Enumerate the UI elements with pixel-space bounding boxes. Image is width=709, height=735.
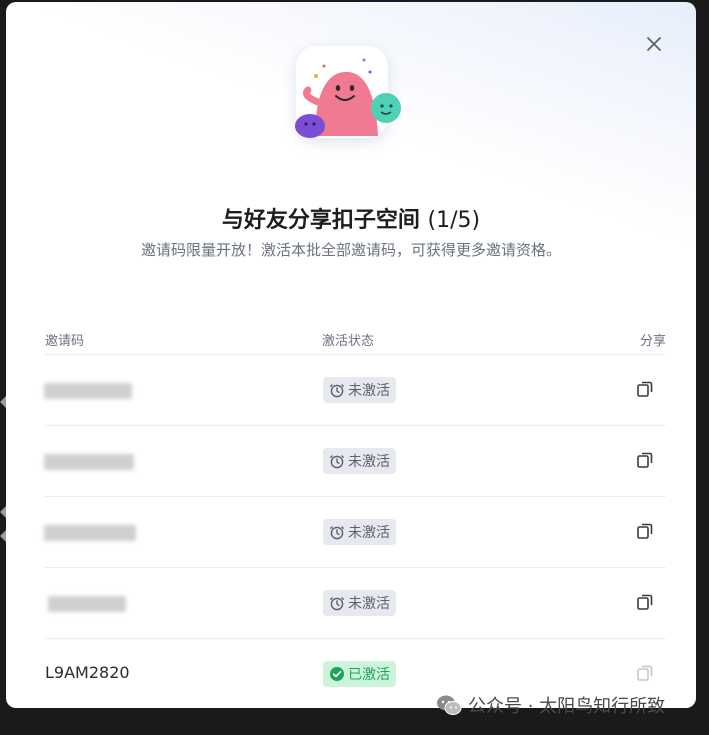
status-text: 未激活: [348, 383, 390, 399]
dialog-subtitle: 邀请码限量开放！激活本批全部邀请码，可获得更多邀请资格。: [140, 241, 561, 259]
redacted-code: [44, 454, 134, 470]
watermark-text: 公众号 · 太阳鸟知行所致: [468, 696, 666, 717]
close-icon: [647, 37, 661, 51]
status-badge: 已激活: [323, 661, 396, 687]
dialog-title: 与好友分享扣子空间 (1/5): [6, 202, 696, 234]
copy-icon: [637, 594, 653, 610]
close-button[interactable]: [642, 32, 666, 56]
copy-icon: [637, 523, 653, 539]
mascot-illustration: [295, 46, 401, 138]
table-row: 未激活: [44, 568, 666, 639]
check-circle-icon: [330, 667, 344, 681]
copy-button[interactable]: [634, 449, 656, 471]
copy-button[interactable]: [634, 520, 656, 542]
header-share: 分享: [639, 334, 666, 349]
invite-code[interactable]: L9AM2820: [45, 663, 130, 682]
invite-count: (1/5): [427, 208, 481, 233]
copy-button[interactable]: [634, 378, 656, 400]
table-row: 未激活: [44, 497, 666, 568]
header-status: 激活状态: [322, 334, 375, 349]
invite-dialog: 与好友分享扣子空间 (1/5) 邀请码限量开放！激活本批全部邀请码，可获得更多邀…: [6, 2, 696, 708]
wechat-icon: [437, 695, 462, 715]
redacted-code: [44, 525, 136, 541]
copy-icon: [637, 452, 653, 468]
status-text: 未激活: [348, 454, 390, 470]
status-badge: 未激活: [323, 448, 396, 474]
clock-icon: [330, 597, 344, 611]
status-text: 未激活: [348, 596, 390, 612]
table-row: 未激活: [44, 426, 666, 497]
status-text: 未激活: [348, 525, 390, 541]
header-code: 邀请码: [45, 334, 85, 349]
clock-icon: [330, 526, 344, 540]
table-header: 邀请码 激活状态 分享: [44, 324, 666, 355]
copy-button[interactable]: [634, 591, 656, 613]
invite-code-table: 邀请码 激活状态 分享 未激活 未激活 未激活 未激活 L9AM2820 已激活: [44, 324, 666, 708]
clock-icon: [330, 455, 344, 469]
redacted-code: [48, 596, 126, 612]
status-badge: 未激活: [323, 377, 396, 403]
title-text: 与好友分享扣子空间: [221, 208, 420, 233]
copy-icon: [637, 665, 653, 681]
copy-icon: [637, 381, 653, 397]
watermark: 公众号 · 太阳鸟知行所致: [436, 692, 665, 718]
copy-button-disabled[interactable]: [634, 662, 656, 684]
table-row: 未激活: [44, 355, 666, 426]
status-text: 已激活: [348, 667, 390, 683]
status-badge: 未激活: [323, 519, 396, 545]
clock-icon: [330, 384, 344, 398]
redacted-code: [44, 383, 132, 399]
status-badge: 未激活: [323, 590, 396, 616]
